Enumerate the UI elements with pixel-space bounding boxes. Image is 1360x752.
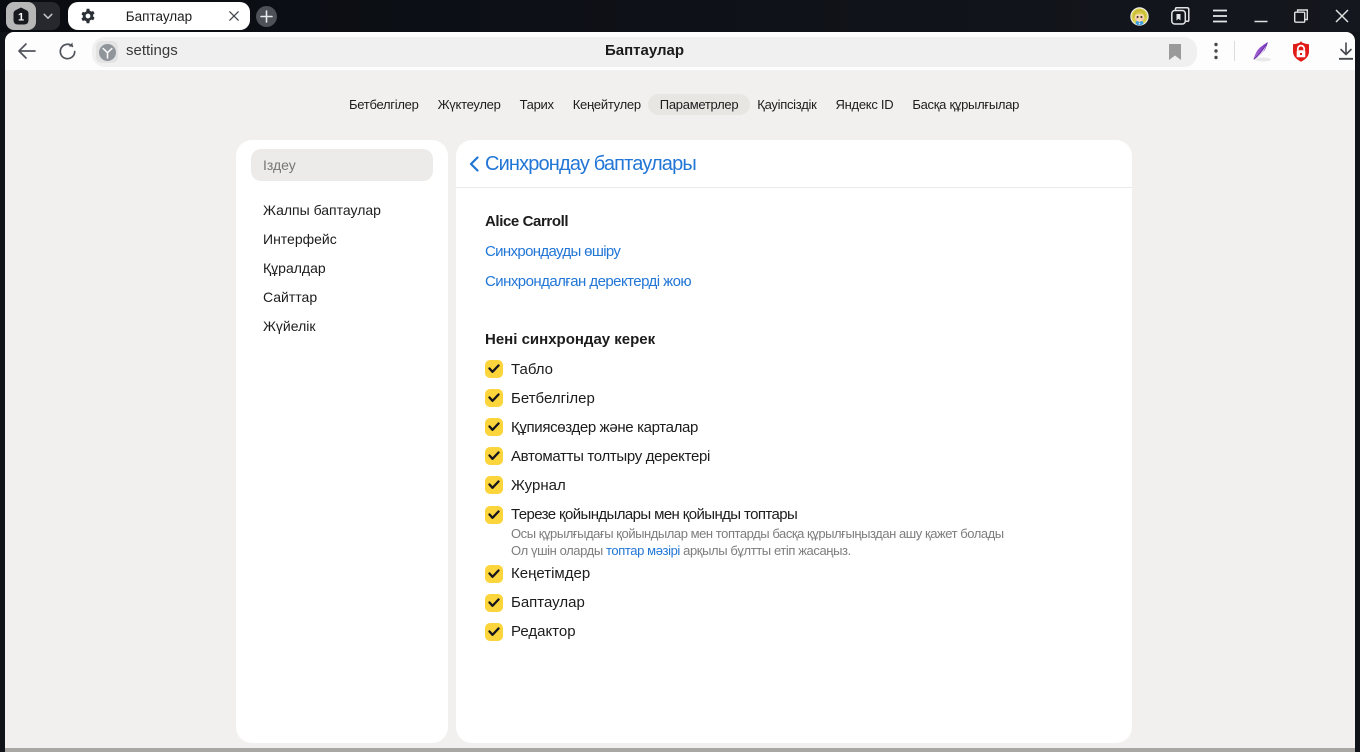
svg-text:1: 1 bbox=[18, 12, 24, 24]
